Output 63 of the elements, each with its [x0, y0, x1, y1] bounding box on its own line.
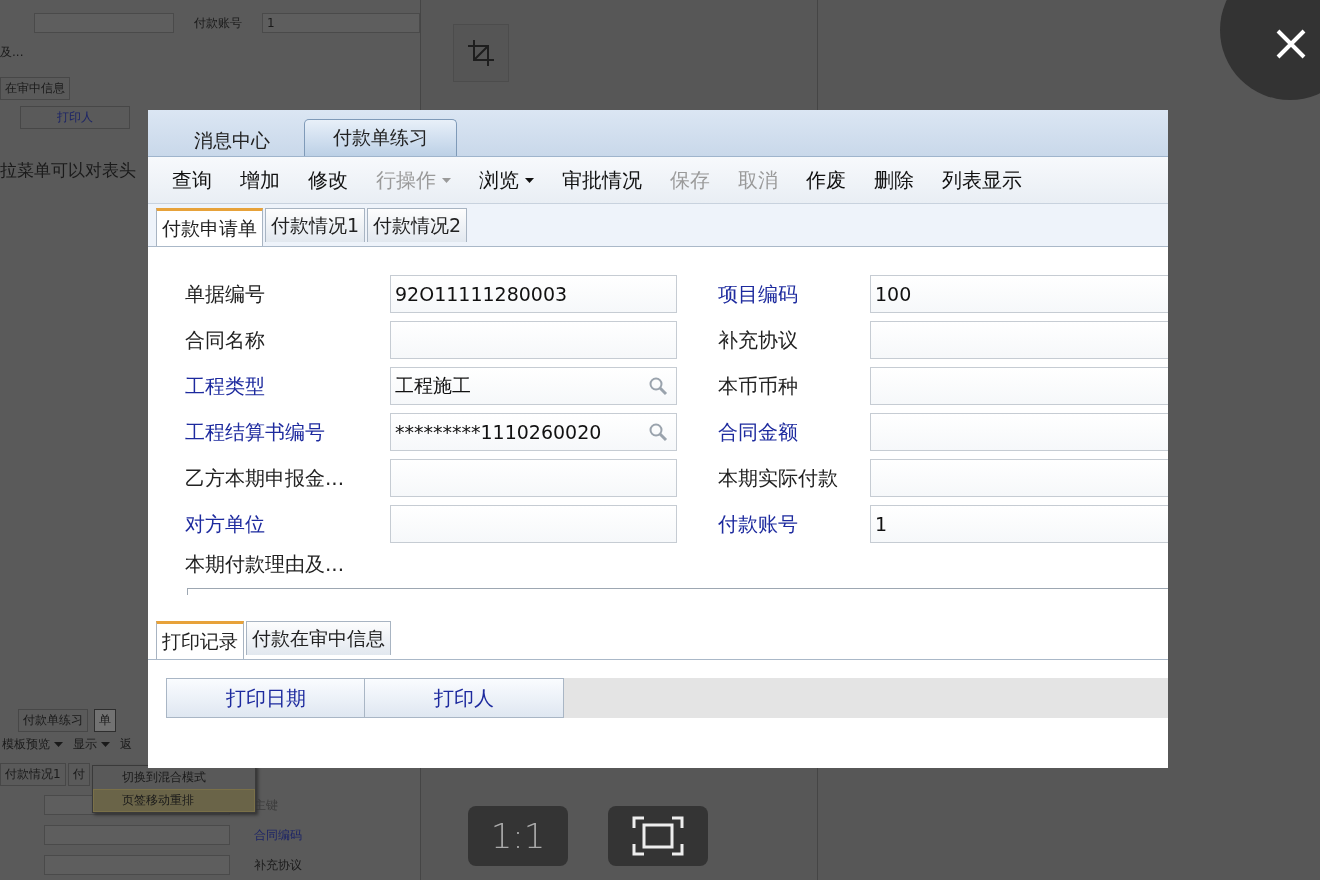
field-label: 工程结算书编号	[185, 418, 326, 446]
tab[interactable]: 付款在审中信息	[246, 621, 391, 655]
toolbar-button[interactable]: 删除	[874, 166, 914, 194]
field-label: 付款账号	[194, 14, 242, 32]
field-label: 对方单位	[185, 510, 266, 538]
form-tab[interactable]: 付款情况2	[367, 208, 468, 242]
input-field[interactable]	[870, 321, 1168, 359]
input-field[interactable]	[390, 321, 677, 359]
input-field[interactable]	[390, 505, 677, 543]
field-label: 乙方本期申报金...	[185, 464, 346, 492]
field-label: 本期付款理由及...	[185, 551, 345, 578]
form-tab[interactable]: 付款情况1	[265, 208, 366, 242]
toolbar-button[interactable]: 增加	[240, 166, 280, 194]
field-label: 合同金额	[718, 418, 799, 446]
input-field[interactable]: 1	[870, 505, 1168, 543]
input-field[interactable]	[390, 459, 677, 497]
column-header[interactable]: 打印日期	[166, 678, 365, 718]
input-field[interactable]	[870, 367, 1168, 405]
search-icon[interactable]	[648, 422, 668, 442]
document-tab[interactable]: 付款单练习	[304, 119, 457, 156]
input-field[interactable]	[870, 413, 1168, 451]
toolbar-item: 模板预览	[2, 736, 63, 753]
fit-screen-button[interactable]	[608, 806, 708, 866]
text-area[interactable]	[187, 588, 1168, 595]
actual-size-button[interactable]: 1:1	[468, 806, 568, 866]
caret-icon	[525, 177, 534, 183]
caret-icon	[101, 742, 110, 747]
close-icon	[1275, 28, 1307, 60]
toolbar-button[interactable]: 查询	[172, 166, 212, 194]
input-field[interactable]: 92O11111280003	[390, 275, 677, 313]
input-field[interactable]: 100	[870, 275, 1168, 313]
field-label: 合同名称	[185, 326, 266, 354]
toolbar-item: 返	[120, 736, 132, 753]
input-field: 1	[262, 13, 420, 33]
tab[interactable]: 打印记录	[156, 621, 244, 659]
caret-icon	[54, 742, 63, 747]
field-label: 工程类型	[185, 372, 266, 400]
column-header: 打印人	[20, 106, 130, 129]
field-label: 项目编码	[718, 280, 799, 308]
form-tab[interactable]: 付款申请单	[156, 208, 263, 246]
input-field[interactable]: *********1110260020	[390, 413, 677, 451]
toolbar-button[interactable]: 列表显示	[942, 166, 1022, 194]
field-label: 本币币种	[718, 372, 799, 400]
toolbar-button[interactable]: 作废	[806, 166, 846, 194]
crop-icon[interactable]	[453, 24, 509, 82]
input-field[interactable]: 工程施工	[390, 367, 677, 405]
field-label: 补充协议	[718, 326, 799, 354]
field-label: 补充协议	[254, 856, 302, 874]
toolbar-button[interactable]: 审批情况	[562, 166, 642, 194]
caret-icon	[442, 177, 451, 183]
column-header[interactable]: 打印人	[365, 678, 564, 718]
toolbar-item: 显示	[73, 736, 110, 753]
document-tab[interactable]: 消息中心	[166, 126, 298, 156]
paragraph: 拉菜单可以对表头	[0, 160, 136, 182]
field-label: 付款账号	[718, 510, 799, 538]
search-icon[interactable]	[648, 376, 668, 396]
field-label: 及...	[0, 44, 25, 61]
input-field[interactable]	[870, 459, 1168, 497]
toolbar-button[interactable]: 浏览	[479, 166, 534, 194]
fullscreen-icon	[632, 816, 684, 856]
toolbar-button[interactable]: 修改	[308, 166, 348, 194]
field-label: 本期实际付款	[718, 464, 839, 492]
field-label: 单据编号	[185, 280, 266, 308]
